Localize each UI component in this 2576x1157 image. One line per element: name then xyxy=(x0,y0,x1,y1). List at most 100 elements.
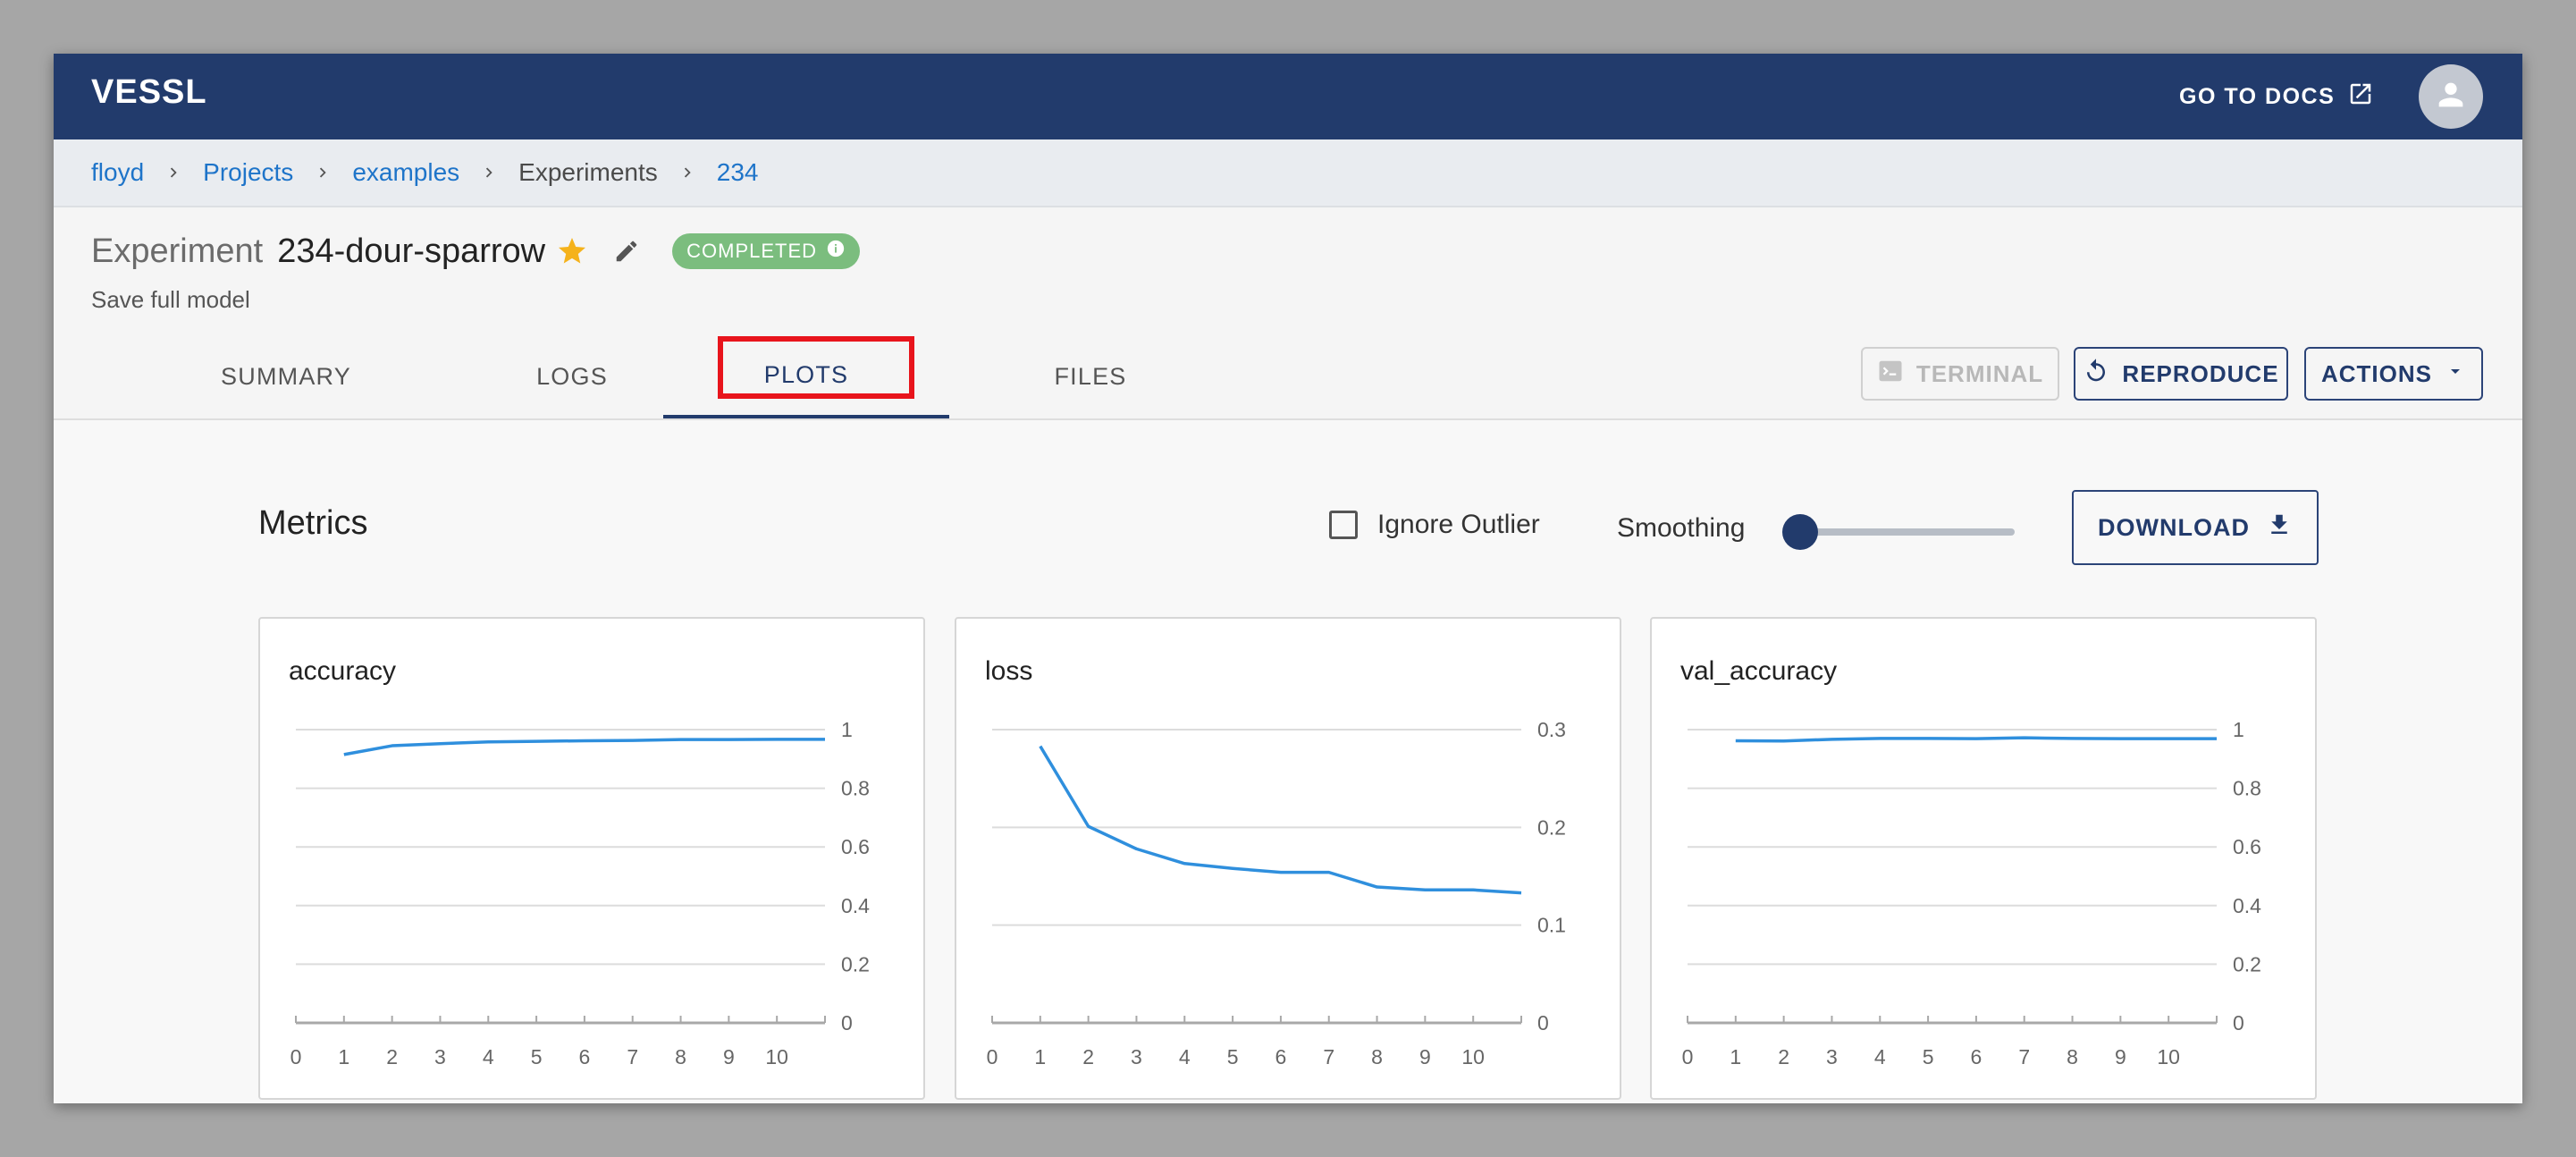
y-tick-label: 0 xyxy=(2233,1011,2244,1035)
checkbox-box[interactable] xyxy=(1329,511,1358,539)
x-tick-label: 8 xyxy=(675,1045,686,1068)
accuracy-chart: 00.20.40.60.810 1 2 3 4 5 6 7 8 9 10 xyxy=(290,718,871,1068)
breadcrumb-item-234[interactable]: 234 xyxy=(717,158,759,187)
download-button[interactable]: DOWNLOAD xyxy=(2072,490,2319,565)
breadcrumb-item-floyd[interactable]: floyd xyxy=(91,158,144,187)
x-tick-label: 6 xyxy=(1971,1045,1983,1068)
terminal-label: TERMINAL xyxy=(1915,359,2044,387)
y-tick-label: 0.2 xyxy=(1537,815,1566,839)
x-tick-label: 2 xyxy=(386,1045,398,1068)
terminal-icon xyxy=(1877,358,1904,391)
smoothing-label: Smoothing xyxy=(1617,513,1746,543)
y-tick-label: 0.3 xyxy=(1537,718,1566,741)
app-window: VESSL GO TO DOCS floyd Projects examples… xyxy=(54,54,2522,1103)
y-tick-label: 0.8 xyxy=(841,777,870,800)
edit-pencil-icon[interactable] xyxy=(613,238,640,265)
top-navbar: VESSL GO TO DOCS xyxy=(54,54,2522,139)
download-icon xyxy=(2266,511,2293,545)
ignore-outlier-checkbox[interactable]: Ignore Outlier xyxy=(1329,510,1540,540)
x-tick-label: 4 xyxy=(483,1045,494,1068)
slider-track[interactable] xyxy=(1791,528,2015,536)
x-tick-label: 7 xyxy=(1323,1045,1334,1068)
x-tick-label: 0 xyxy=(987,1045,998,1068)
terminal-button[interactable]: TERMINAL xyxy=(1861,347,2059,401)
series-line[interactable] xyxy=(343,738,825,756)
info-icon[interactable] xyxy=(826,239,846,264)
experiment-description: Save full model xyxy=(91,286,250,313)
x-tick-label: 3 xyxy=(434,1045,446,1068)
breadcrumb-item-projects[interactable]: Projects xyxy=(203,158,293,187)
y-tick-label: 0.2 xyxy=(2233,952,2261,975)
x-tick-label: 1 xyxy=(338,1045,349,1068)
x-tick-label: 6 xyxy=(579,1045,591,1068)
x-tick-label: 9 xyxy=(723,1045,735,1068)
x-tick-label: 4 xyxy=(1874,1045,1886,1068)
actions-dropdown-button[interactable]: ACTIONS xyxy=(2304,347,2483,401)
y-tick-label: 0.8 xyxy=(2233,777,2261,800)
x-tick-label: 8 xyxy=(1371,1045,1383,1068)
chevron-right-icon xyxy=(678,163,697,182)
page-title-prefix: Experiment xyxy=(91,232,264,270)
tab-files[interactable]: FILES xyxy=(947,334,1233,418)
x-tick-label: 2 xyxy=(1082,1045,1094,1068)
actions-label: ACTIONS xyxy=(2321,359,2432,387)
experiment-header: Experiment 234-dour-sparrow COMPLETED Sa… xyxy=(91,229,861,314)
slider-thumb[interactable] xyxy=(1782,514,1818,550)
chevron-right-icon xyxy=(164,163,183,182)
x-tick-label: 5 xyxy=(1227,1045,1239,1068)
y-tick-label: 1 xyxy=(841,718,853,741)
breadcrumb-item-examples[interactable]: examples xyxy=(352,158,459,187)
x-tick-label: 7 xyxy=(627,1045,638,1068)
chart-card-val-accuracy: val_accuracy 0 0.2 0.4 0.6 0.8 1 0 1 2 3 4 5 6 7 8 9 10 xyxy=(1650,617,2317,1100)
x-tick-label: 3 xyxy=(1131,1045,1142,1068)
smoothing-slider[interactable] xyxy=(1782,514,2024,550)
chevron-right-icon xyxy=(479,163,499,182)
metrics-heading: Metrics xyxy=(258,504,368,542)
download-label: DOWNLOAD xyxy=(2098,513,2250,541)
y-tick-label: 0.1 xyxy=(1537,914,1566,937)
user-avatar[interactable] xyxy=(2419,64,2483,129)
series-line[interactable] xyxy=(1039,745,1522,895)
x-tick-label: 10 xyxy=(2157,1045,2180,1068)
external-link-icon xyxy=(2347,80,2374,114)
breadcrumb-item-experiments: Experiments xyxy=(518,158,658,186)
loss-chart: 0 0.1 0.2 0.3 0 1 2 3 4 5 6 7 8 9 10 xyxy=(987,718,1566,1068)
go-to-docs-label: GO TO DOCS xyxy=(2179,84,2336,109)
x-tick-label: 2 xyxy=(1778,1045,1789,1068)
chart-card-accuracy: accuracy 0 0.2 0.4 0.6 0.8 1 0 1 2 3 4 5 6 7 8 9 10 xyxy=(258,617,925,1100)
x-tick-label: 7 xyxy=(2018,1045,2030,1068)
chevron-right-icon xyxy=(313,163,333,182)
y-tick-label: 1 xyxy=(2233,718,2244,741)
breadcrumb: floyd Projects examples Experiments 234 xyxy=(54,139,2522,207)
plots-panel: Metrics Ignore Outlier Smoothing DOWNLOA… xyxy=(54,420,2522,1103)
x-tick-label: 0 xyxy=(1682,1045,1694,1068)
val-accuracy-chart: 00.20.40.60.810 1 2 3 4 5 6 7 8 9 10 xyxy=(1682,718,2262,1068)
star-icon[interactable] xyxy=(556,235,588,267)
x-tick-label: 4 xyxy=(1179,1045,1191,1068)
tab-summary[interactable]: SUMMARY xyxy=(143,334,429,418)
x-tick-label: 1 xyxy=(1730,1045,1741,1068)
x-tick-label: 5 xyxy=(1923,1045,1934,1068)
status-label: COMPLETED xyxy=(686,240,818,262)
x-tick-label: 8 xyxy=(2067,1045,2078,1068)
x-tick-label: 9 xyxy=(2115,1045,2126,1068)
ignore-outlier-label: Ignore Outlier xyxy=(1377,510,1540,539)
caret-down-icon xyxy=(2445,360,2466,388)
reproduce-button[interactable]: REPRODUCE xyxy=(2074,347,2288,401)
x-tick-label: 1 xyxy=(1034,1045,1046,1068)
x-tick-label: 9 xyxy=(1419,1045,1431,1068)
page-title: 234-dour-sparrow xyxy=(277,232,546,270)
status-badge: COMPLETED xyxy=(672,233,861,269)
go-to-docs-link[interactable]: GO TO DOCS xyxy=(2179,80,2374,114)
y-tick-label: 0.2 xyxy=(841,952,870,975)
reproduce-label: REPRODUCE xyxy=(2122,359,2279,387)
y-tick-label: 0.4 xyxy=(841,894,870,917)
person-icon xyxy=(2433,77,2469,117)
brand-logo[interactable]: VESSL xyxy=(91,73,207,112)
y-tick-label: 0 xyxy=(1537,1011,1549,1035)
series-line[interactable] xyxy=(1735,736,2217,743)
y-tick-label: 0 xyxy=(841,1011,853,1035)
x-tick-label: 3 xyxy=(1826,1045,1838,1068)
y-tick-label: 0.6 xyxy=(841,835,870,858)
tab-plots-highlight xyxy=(718,336,914,399)
